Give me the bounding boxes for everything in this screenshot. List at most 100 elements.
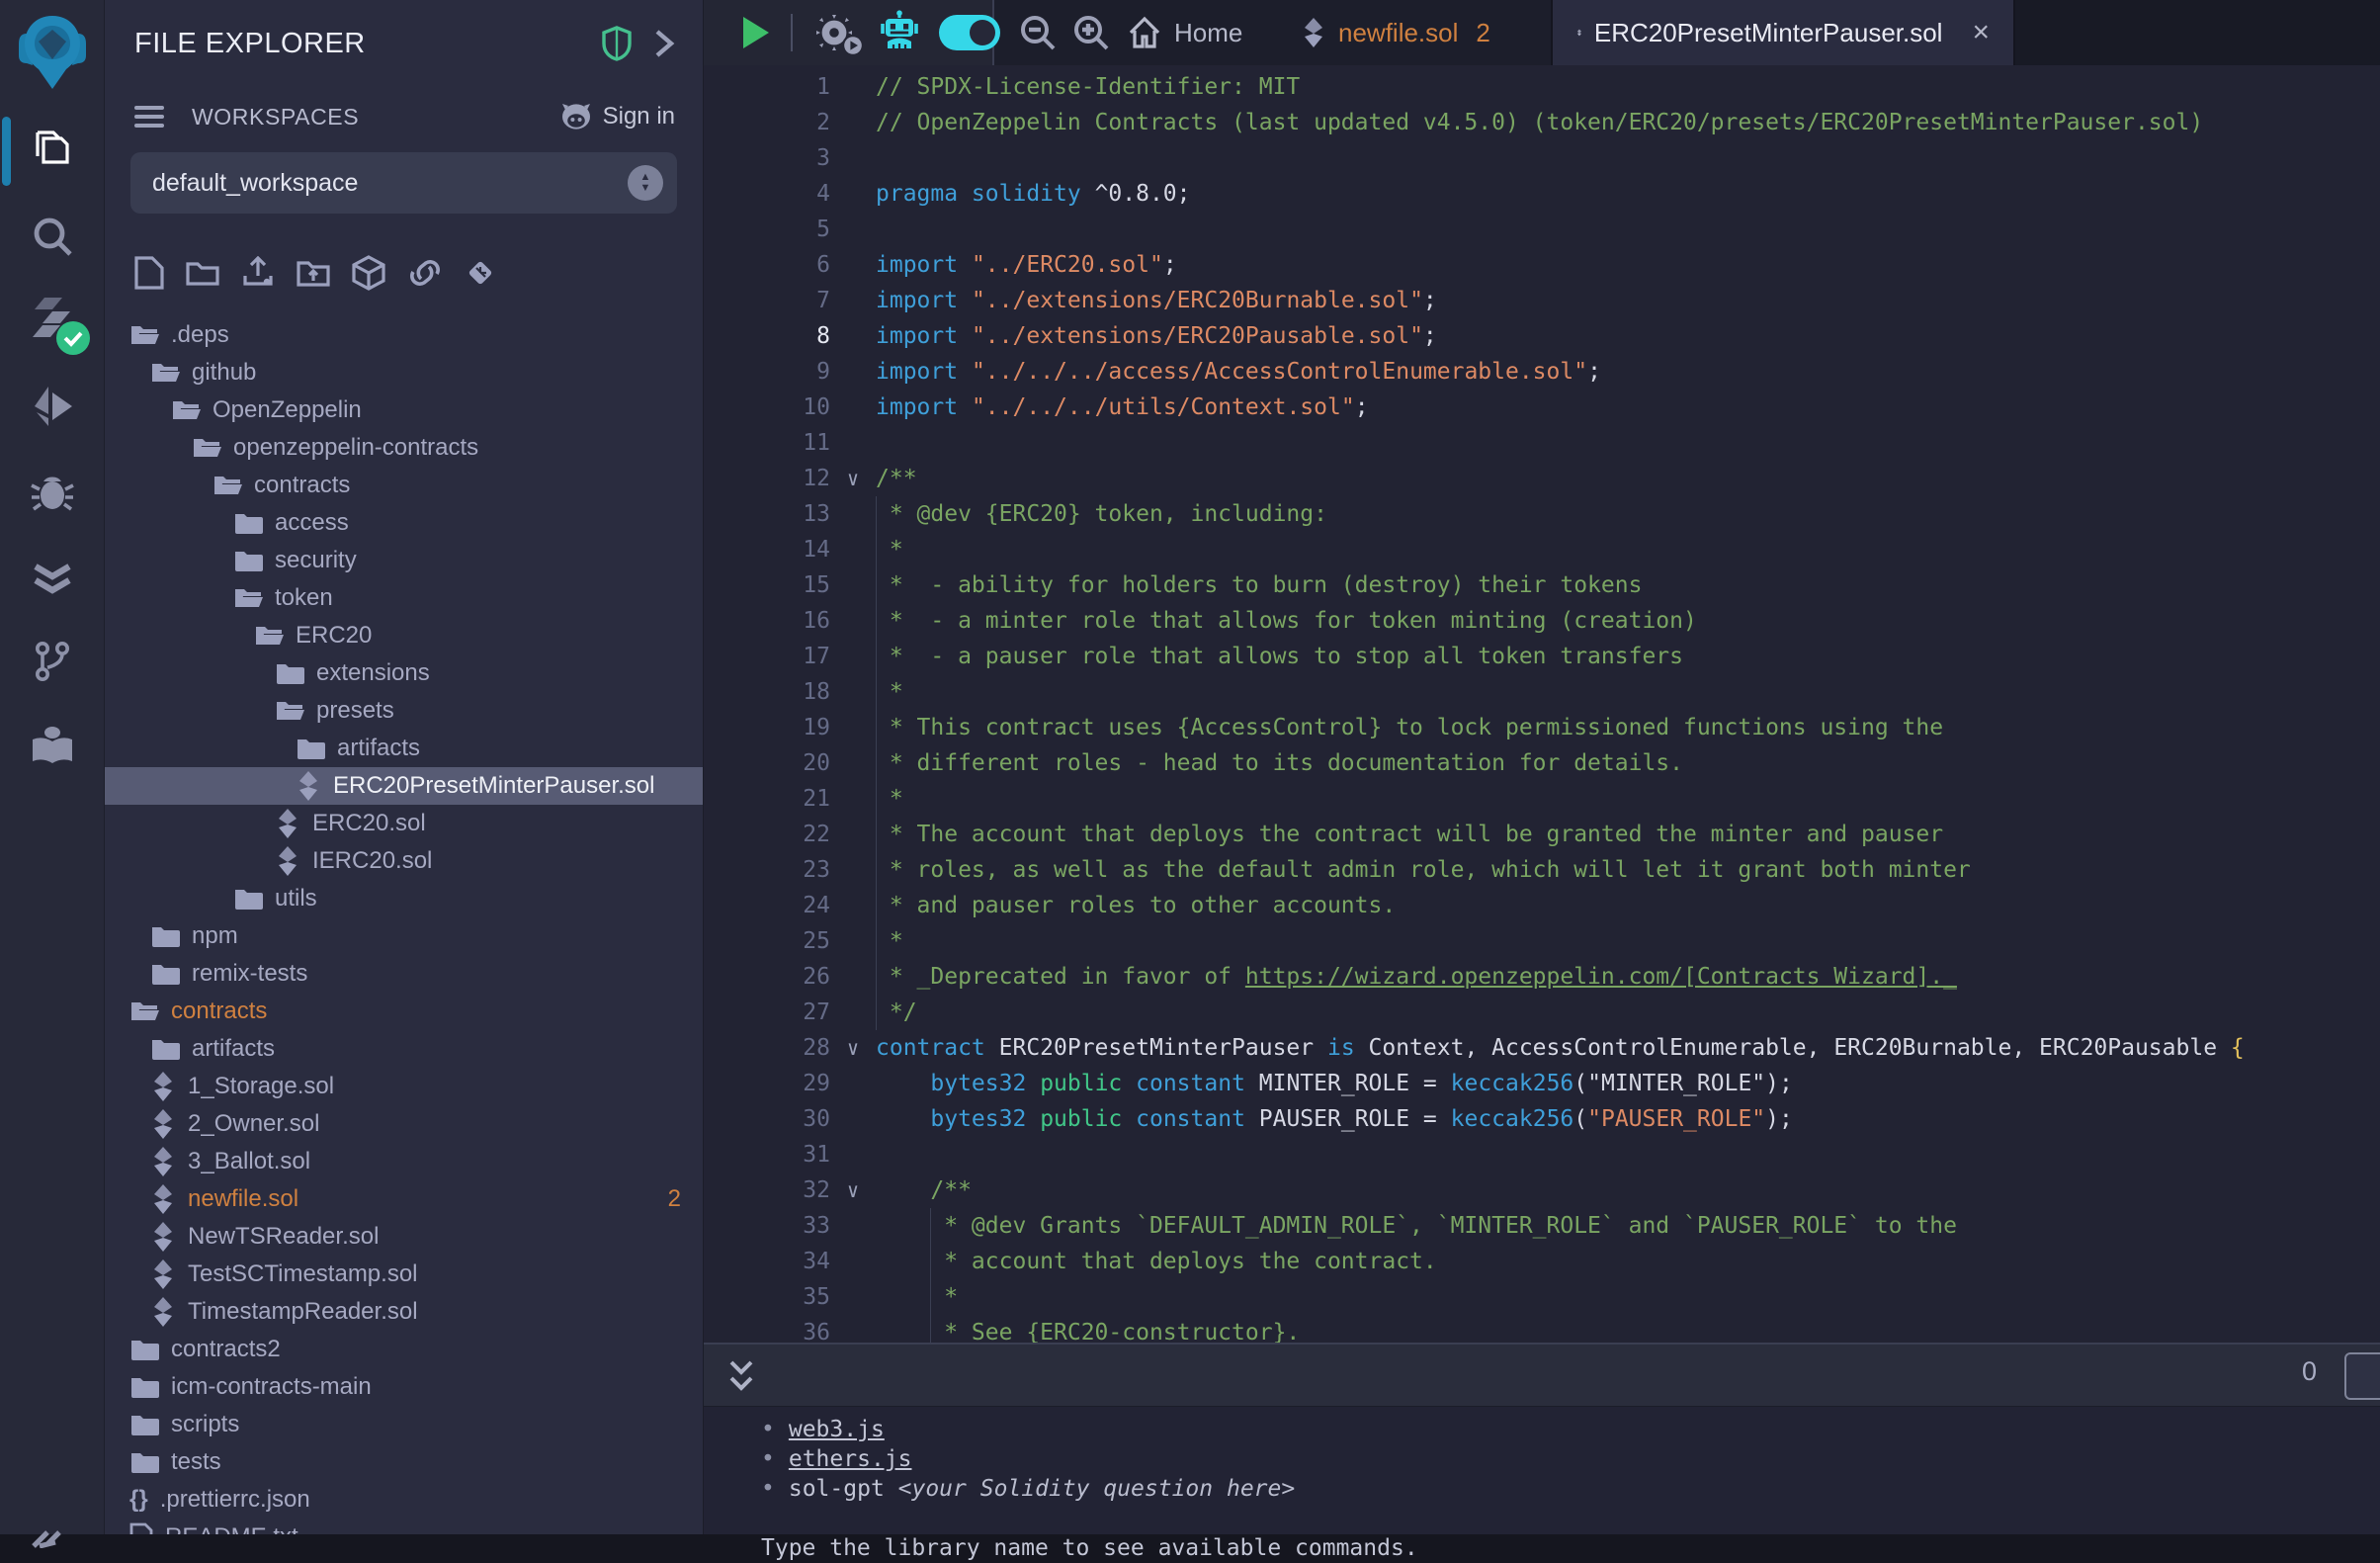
tree-item-label: remix-tests [192,960,307,988]
ipfs-cube-icon[interactable] [352,255,385,291]
new-folder-icon[interactable] [186,258,219,288]
line-number: 5 [704,212,830,247]
tree-item-label: .prettierrc.json [160,1486,310,1514]
upload-folder-icon[interactable] [297,257,330,289]
workspace-stepper-icon[interactable]: ▲▼ [628,165,663,201]
toggle-on-icon [939,15,1000,50]
indent-guide [930,1244,931,1279]
tree-row[interactable]: ERC20PresetMinterPauser.sol [105,767,703,805]
tree-row[interactable]: artifacts [105,730,703,767]
tree-row[interactable]: token [105,579,703,617]
terminal-collapse-icon[interactable] [722,1354,761,1398]
link-icon[interactable] [407,257,443,289]
git-init-icon[interactable] [465,257,496,289]
fold-gutter [830,69,876,105]
tree-row[interactable]: extensions [105,654,703,692]
tree-row[interactable]: scripts [105,1406,703,1443]
code-editor[interactable]: 1// SPDX-License-Identifier: MIT2// Open… [704,65,2380,1345]
tree-row[interactable]: ERC20.sol [105,805,703,842]
tree-row[interactable]: presets [105,692,703,730]
terminal-link[interactable]: web3.js [789,1417,885,1442]
collapse-panel-chevron-icon[interactable] [653,28,675,59]
ai-copilot-toggle[interactable] [939,0,1000,65]
terminal-search-box[interactable] [2344,1352,2380,1400]
terminal-link[interactable]: ethers.js [789,1446,912,1472]
zoom-in-button[interactable] [1071,0,1111,65]
tree-row[interactable]: github [105,354,703,391]
tree-row[interactable]: TestSCTimestamp.sol [105,1256,703,1293]
sidebar-item-learneth[interactable] [0,704,104,789]
tree-row[interactable]: ERC20 [105,617,703,654]
remix-ai-button[interactable] [878,0,921,65]
code-line: 12∨/** [704,461,2380,496]
tree-row[interactable]: npm [105,917,703,955]
tree-row[interactable]: {}.prettierrc.json [105,1481,703,1519]
sidebar-item-deploy-run[interactable] [0,364,104,449]
tab-home[interactable]: Home [1127,0,1242,65]
tree-row[interactable]: NewTSReader.sol [105,1218,703,1256]
indent-guide [876,745,877,781]
tree-row[interactable]: contracts2 [105,1331,703,1368]
tree-row[interactable]: contracts [105,467,703,504]
code-text: bytes32 public constant PAUSER_ROLE = ke… [876,1101,2380,1137]
tree-row[interactable]: OpenZeppelin [105,391,703,429]
sidebar-item-solidity-compiler[interactable] [0,279,104,364]
tree-row[interactable]: contracts [105,993,703,1030]
upload-file-icon[interactable] [241,256,275,290]
tree-row[interactable]: tests [105,1443,703,1481]
tree-row[interactable]: .deps [105,316,703,354]
tree-row[interactable]: artifacts [105,1030,703,1068]
tree-row[interactable]: security [105,542,703,579]
run-script-button[interactable] [739,0,773,65]
tree-row[interactable]: IERC20.sol [105,842,703,880]
tree-row[interactable]: 3_Ballot.sol [105,1143,703,1180]
solidity-file-icon [275,846,300,876]
fold-chevron-icon[interactable]: ∨ [830,461,876,496]
code-line: 4pragma solidity ^0.8.0; [704,176,2380,212]
github-sign-in-button[interactable]: Sign in [559,102,675,131]
workspaces-menu-icon[interactable] [134,101,164,132]
tree-row[interactable]: openzeppelin-contracts [105,429,703,467]
code-text: * [876,674,2380,710]
code-text: * _Deprecated in favor of https://wizard… [876,959,2380,995]
tree-row[interactable]: 1_Storage.sol [105,1068,703,1105]
fold-chevron-icon[interactable]: ∨ [830,1172,876,1208]
script-config-button[interactable] [814,0,854,65]
tree-row[interactable]: utils [105,880,703,917]
tab-newfile[interactable]: newfile.sol 2 [1297,0,1494,65]
code-line: 20 * different roles - head to its docum… [704,745,2380,781]
new-file-icon[interactable] [134,256,164,290]
tree-row[interactable]: remix-tests [105,955,703,993]
sidebar-item-unit-testing[interactable] [0,534,104,619]
zoom-out-button[interactable] [1018,0,1058,65]
fold-gutter [830,852,876,888]
plugin-manager-icon[interactable] [28,1519,77,1548]
terminal-line [761,1504,2380,1533]
fold-chevron-icon[interactable]: ∨ [830,1030,876,1066]
shield-verified-icon[interactable] [602,26,632,61]
line-number: 20 [704,745,830,781]
sidebar-item-search[interactable] [0,194,104,279]
tree-row[interactable]: icm-contracts-main [105,1368,703,1406]
sidebar-item-git[interactable] [0,619,104,704]
workspace-select[interactable]: default_workspace ▲▼ [130,152,677,214]
tree-row[interactable]: newfile.sol2 [105,1180,703,1218]
tab-close-icon[interactable]: × [1972,16,1990,49]
sidebar-item-file-explorer[interactable] [0,109,104,194]
tab-active-label: ERC20PresetMinterPauser.sol [1594,18,1943,48]
tab-bar-empty-space [2015,0,2380,65]
search-icon [31,215,74,258]
code-link[interactable]: https://wizard.openzeppelin.com/[Contrac… [1245,964,1957,990]
tree-row[interactable]: README.txt [105,1519,703,1534]
code-text: * and pauser roles to other accounts. [876,888,2380,923]
indent-guide [876,639,877,674]
tree-row[interactable]: access [105,504,703,542]
tree-row[interactable]: TimestampReader.sol [105,1293,703,1331]
folder-icon [129,1449,159,1475]
sidebar-item-debugger[interactable] [0,449,104,534]
terminal-header[interactable]: 0 [704,1345,2380,1407]
tree-row[interactable]: 2_Owner.sol [105,1105,703,1143]
folder-open-icon [150,360,180,386]
line-number: 17 [704,639,830,674]
tab-erc20presetminterpauser[interactable]: ERC20PresetMinterPauser.sol × [1551,0,2015,65]
